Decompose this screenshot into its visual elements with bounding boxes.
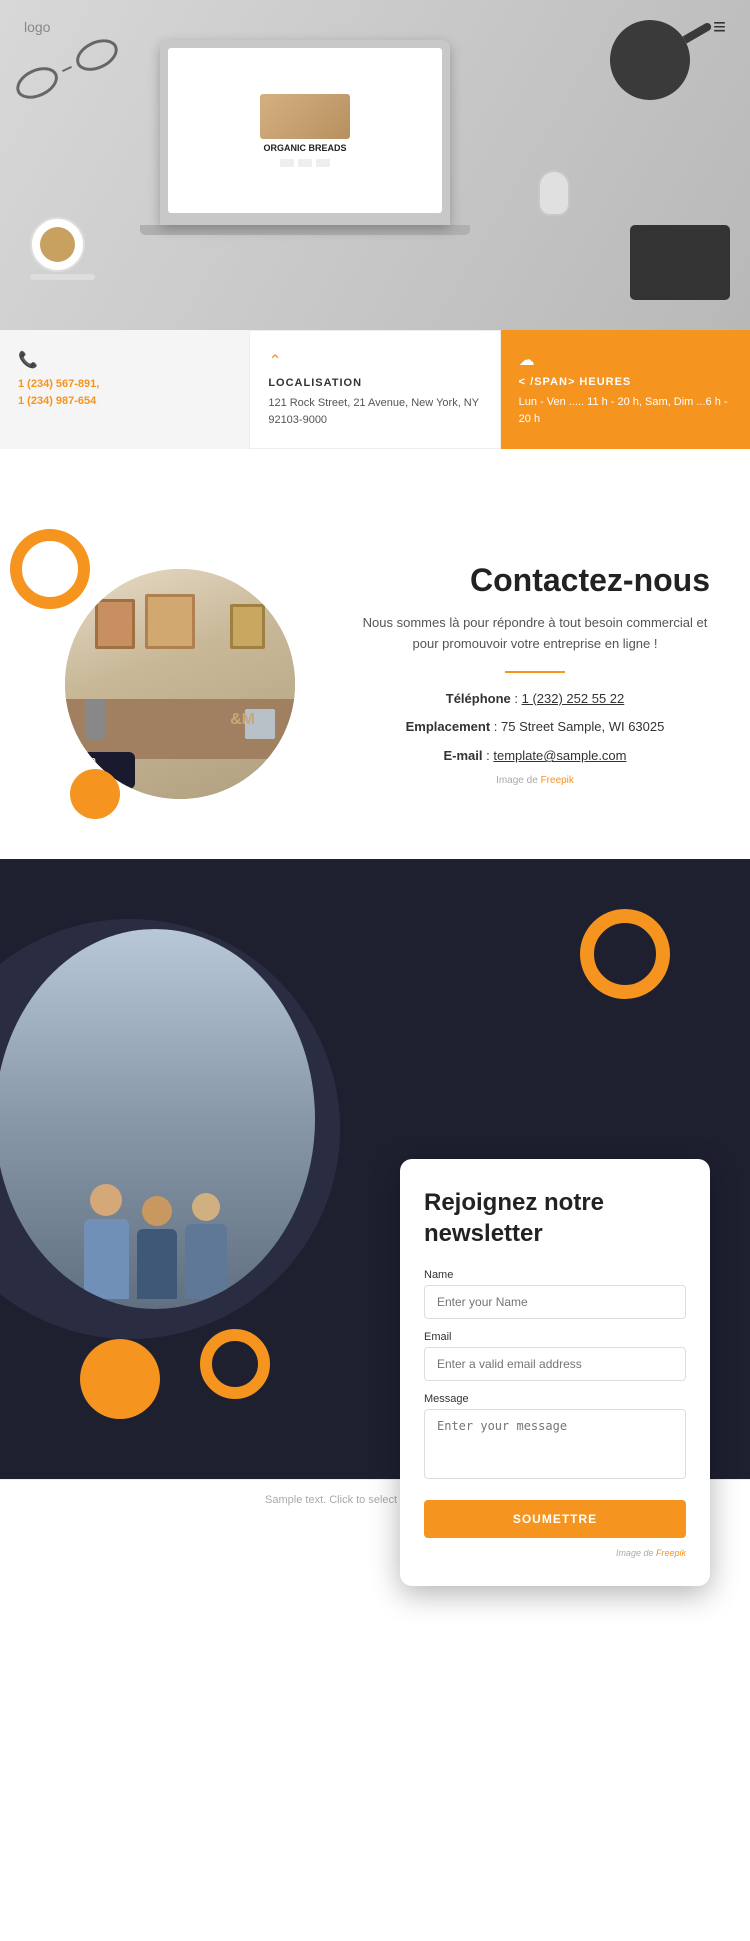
hours-icon: ☁ <box>519 350 732 370</box>
phone-icon: 📞 <box>18 350 231 370</box>
orange-circle-small <box>70 769 120 819</box>
location-label: Emplacement <box>406 719 491 734</box>
phone-number: 1 (234) 567-891, 1 (234) 987-654 <box>18 376 231 409</box>
newsletter-freepik-link[interactable]: Freepik <box>656 1548 686 1558</box>
contact-description: Nous sommes là pour répondre à tout beso… <box>360 613 710 655</box>
contact-divider <box>505 671 565 673</box>
coffee-decoration <box>30 217 95 280</box>
dark-orange-outline-top <box>580 909 670 999</box>
hours-card: ☁ < /SPAN> HEURES Lun - Ven ..... 11 h -… <box>501 330 750 449</box>
newsletter-form: Rejoignez notre newsletter Name Email Me… <box>400 1159 710 1586</box>
location-card: ⌃ LOCALISATION 121 Rock Street, 21 Avenu… <box>249 330 500 449</box>
location-icon: ⌃ <box>268 351 481 371</box>
info-cards: 📞 1 (234) 567-891, 1 (234) 987-654 ⌃ LOC… <box>0 330 750 449</box>
submit-button[interactable]: SOUMETTRE <box>424 1500 686 1538</box>
contact-photo-inner: GRILLED GREENS 25% &M <box>65 569 295 799</box>
logo: logo <box>24 19 50 35</box>
contact-right: Contactez-nous Nous sommes là pour répon… <box>360 562 710 786</box>
email-link[interactable]: template@sample.com <box>493 748 626 763</box>
newsletter-title: Rejoignez notre newsletter <box>424 1187 686 1249</box>
dark-orange-solid-bottom <box>80 1339 160 1419</box>
hours-text: Lun - Ven ..... 11 h - 20 h, Sam, Dim ..… <box>519 394 732 427</box>
contact-location-line: Emplacement : 75 Street Sample, WI 63025 <box>360 717 710 738</box>
contact-freepik-credit: Image de Freepik <box>360 775 710 786</box>
name-label: Name <box>424 1269 686 1281</box>
dark-orange-outline-bottom <box>200 1329 270 1399</box>
email-input[interactable] <box>424 1347 686 1381</box>
phone-link[interactable]: 1 (232) 252 55 22 <box>522 691 625 706</box>
contact-left: GRILLED GREENS 25% &M <box>40 549 320 799</box>
name-input[interactable] <box>424 1285 686 1319</box>
location-title: LOCALISATION <box>268 377 481 389</box>
hours-title: < /SPAN> HEURES <box>519 376 732 388</box>
message-label: Message <box>424 1393 686 1405</box>
laptop-screen-text: ORGANIC BREADS <box>263 143 346 155</box>
contact-freepik-link[interactable]: Freepik <box>541 775 574 786</box>
location-value: 75 Street Sample, WI 63025 <box>501 719 664 734</box>
header: logo ≡ <box>0 0 750 54</box>
contact-email-line: E-mail : template@sample.com <box>360 746 710 767</box>
phone-label: Téléphone <box>446 691 511 706</box>
message-textarea[interactable] <box>424 1409 686 1479</box>
newsletter-freepik-credit: Image de Freepik <box>424 1548 686 1558</box>
laptop-decoration: ORGANIC BREADS <box>160 40 470 235</box>
contact-photo: GRILLED GREENS 25% &M <box>65 569 295 799</box>
contact-title: Contactez-nous <box>360 562 710 599</box>
contact-section: GRILLED GREENS 25% &M Contactez-nous Nou… <box>0 489 750 859</box>
phone-card: 📞 1 (234) 567-891, 1 (234) 987-654 <box>0 330 249 449</box>
email-label: E-mail <box>444 748 483 763</box>
email-label: Email <box>424 1331 686 1343</box>
contact-phone-line: Téléphone : 1 (232) 252 55 22 <box>360 689 710 710</box>
tablet-decoration <box>630 225 730 300</box>
dark-section: Rejoignez notre newsletter Name Email Me… <box>0 859 750 1479</box>
location-address: 121 Rock Street, 21 Avenue, New York, NY… <box>268 395 481 428</box>
menu-button[interactable]: ≡ <box>713 14 726 40</box>
mouse-decoration <box>538 170 570 216</box>
